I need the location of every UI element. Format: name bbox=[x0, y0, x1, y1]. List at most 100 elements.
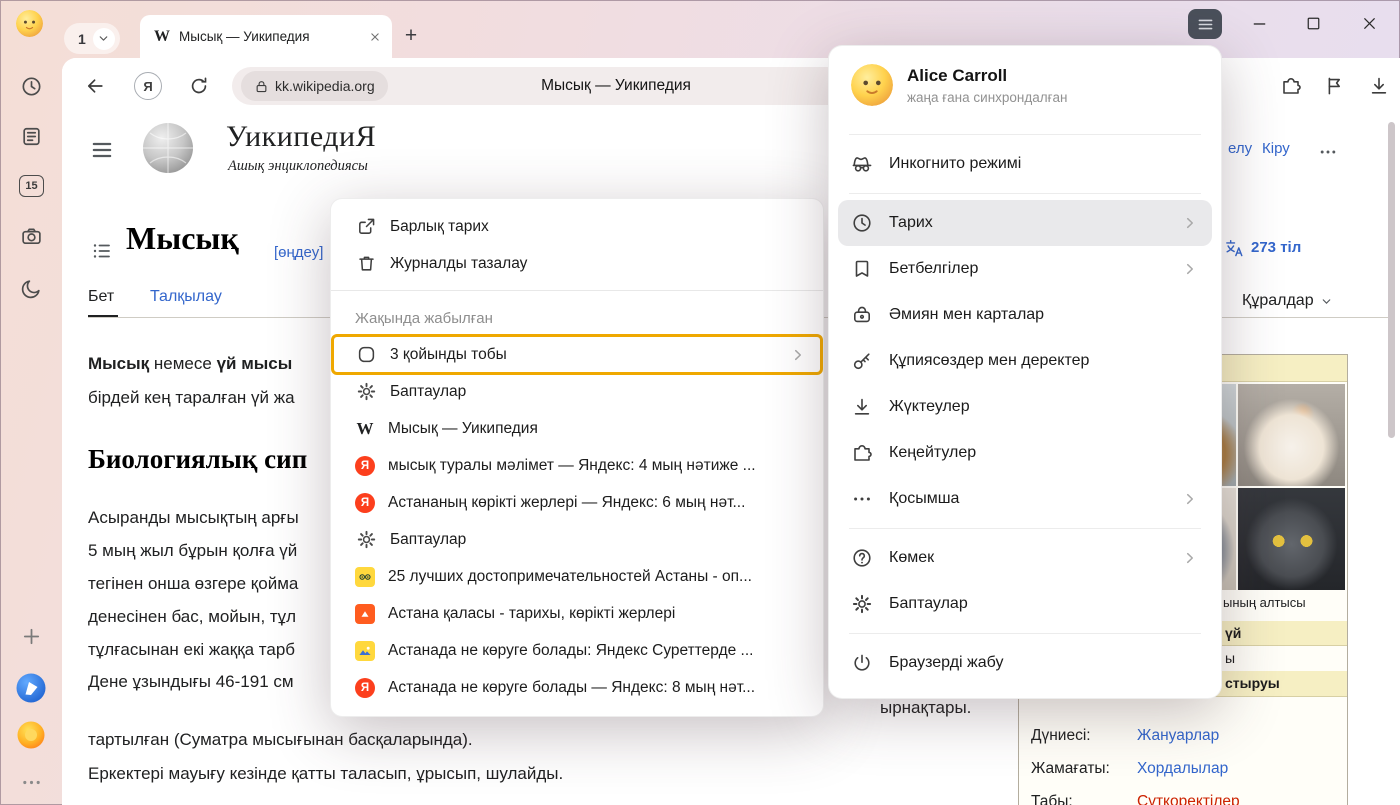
menu-item-settings[interactable]: Баптаулар bbox=[331, 373, 823, 410]
divider bbox=[849, 528, 1201, 529]
signup-link[interactable]: елу bbox=[1228, 140, 1252, 157]
minimize-button[interactable] bbox=[1246, 11, 1272, 35]
toc-icon[interactable] bbox=[91, 240, 113, 262]
menu-item-history-entry[interactable]: 25 лучших достопримечательностей Астаны … bbox=[331, 558, 823, 595]
chevron-right-icon bbox=[1181, 549, 1199, 567]
external-link-icon bbox=[355, 216, 377, 238]
tools-dropdown[interactable]: Құралдар bbox=[1242, 292, 1333, 310]
feed-icon[interactable] bbox=[19, 124, 43, 148]
taxonomy-value-link[interactable]: Жануарлар bbox=[1137, 727, 1219, 745]
downloads-icon[interactable] bbox=[1368, 75, 1390, 97]
sync-status: жаңа ғана синхрондалған bbox=[907, 90, 1068, 105]
menu-item-history-entry[interactable]: Астана қаласы - тарихы, көрікті жерлері bbox=[331, 595, 823, 632]
profile-avatar[interactable] bbox=[16, 10, 43, 37]
divider bbox=[849, 633, 1201, 634]
site-favicon bbox=[355, 604, 375, 624]
menu-item-settings[interactable]: Баптаулар bbox=[838, 581, 1212, 627]
taxonomy-value-redlink[interactable]: Сүткоректілер bbox=[1137, 793, 1240, 805]
add-panel-icon[interactable] bbox=[19, 624, 43, 648]
login-link[interactable]: Кіру bbox=[1262, 140, 1290, 157]
article-paragraph-line: тегінен онша өзгере қойма bbox=[88, 574, 298, 594]
dots-icon bbox=[851, 488, 873, 510]
maximize-button[interactable] bbox=[1300, 11, 1326, 35]
browser-menu-button[interactable] bbox=[1188, 9, 1222, 39]
edit-link[interactable]: [өңдеу] bbox=[274, 244, 323, 261]
chevron-right-icon bbox=[1181, 490, 1199, 508]
yandex-start-icon[interactable] bbox=[17, 721, 45, 749]
menu-item-help[interactable]: Көмек bbox=[838, 535, 1212, 581]
taxonomy-label: Табы: bbox=[1031, 793, 1073, 805]
yandex-search-button[interactable]: Я bbox=[134, 72, 162, 100]
menu-item-label: Астананың көрікті жерлері — Яндекс: 6 мы… bbox=[388, 494, 807, 512]
page-scrollbar-thumb[interactable] bbox=[1388, 122, 1395, 438]
menu-item-clear-history[interactable]: Журналды тазалау bbox=[331, 245, 823, 282]
menu-item-all-history[interactable]: Барлық тарих bbox=[331, 208, 823, 245]
power-icon bbox=[851, 652, 873, 674]
history-icon[interactable] bbox=[19, 74, 43, 98]
active-tab[interactable]: W Мысық — Уикипедия bbox=[140, 15, 392, 58]
menu-item-incognito[interactable]: Инкогнито режимі bbox=[838, 141, 1212, 187]
menu-item-wallet[interactable]: Әмиян мен карталар bbox=[838, 292, 1212, 338]
menu-item-label: Астанада не көруге болады — Яндекс: 8 мы… bbox=[388, 679, 807, 697]
wiki-logo-title[interactable]: УикипедиЯ bbox=[226, 120, 376, 154]
menu-item-history-entry[interactable]: W Мысық — Уикипедия bbox=[331, 410, 823, 447]
menu-item-more[interactable]: Қосымша bbox=[838, 476, 1212, 522]
extensions-puzzle-icon[interactable] bbox=[1280, 75, 1302, 97]
menu-item-label: Браузерді жабу bbox=[889, 654, 1199, 672]
menu-item-label: Инкогнито режимі bbox=[889, 155, 1199, 173]
screenshot-icon[interactable] bbox=[19, 224, 43, 248]
article-intro-line: Мысық немесе үй мысы bbox=[88, 354, 292, 374]
article-paragraph-line: тартылған (Суматра мысығынан басқаларынд… bbox=[88, 730, 473, 750]
tab-page[interactable]: Бет bbox=[88, 288, 114, 306]
wiki-more-icon[interactable] bbox=[1318, 142, 1338, 162]
menu-item-bookmarks[interactable]: Бетбелгілер bbox=[838, 246, 1212, 292]
menu-item-label: Баптаулар bbox=[390, 383, 807, 401]
yandex-images-favicon bbox=[355, 641, 375, 661]
history-submenu: Барлық тарих Журналды тазалау Жақында жа… bbox=[330, 198, 824, 717]
taxonomy-value-link[interactable]: Хордалылар bbox=[1137, 760, 1228, 778]
yandex-favicon: Я bbox=[355, 493, 375, 513]
profile-avatar bbox=[851, 64, 893, 106]
menu-item-label: Мысық — Уикипедия bbox=[388, 420, 807, 438]
cat-photo[interactable] bbox=[1238, 384, 1345, 486]
tab-talk[interactable]: Талқылау bbox=[150, 288, 222, 306]
dark-mode-moon-icon[interactable] bbox=[19, 276, 43, 300]
profile-header[interactable]: Alice Carroll жаңа ғана синхрондалған bbox=[829, 58, 1221, 128]
divider bbox=[331, 290, 823, 291]
menu-item-history[interactable]: Тарих bbox=[838, 200, 1212, 246]
menu-item-quit[interactable]: Браузерді жабу bbox=[838, 640, 1212, 686]
language-count[interactable]: 273 тіл bbox=[1251, 239, 1301, 256]
tab-close-icon[interactable] bbox=[368, 30, 382, 44]
reload-icon[interactable] bbox=[188, 75, 210, 97]
wiki-menu-icon[interactable] bbox=[90, 138, 114, 162]
menu-item-history-entry[interactable]: Астанада не көруге болады: Яндекс Суретт… bbox=[331, 632, 823, 669]
more-icon[interactable] bbox=[19, 770, 43, 794]
wikipedia-globe-logo[interactable] bbox=[142, 122, 194, 174]
browser-main-menu: Alice Carroll жаңа ғана синхрондалған Ин… bbox=[828, 45, 1222, 699]
puzzle-icon bbox=[851, 442, 873, 464]
menu-item-passwords[interactable]: Құпиясөздер мен деректер bbox=[838, 338, 1212, 384]
new-tab-button[interactable]: + bbox=[397, 22, 425, 50]
menu-item-label: Жүктеулер bbox=[889, 398, 1199, 416]
taxonomy-label: Дүниесі: bbox=[1031, 727, 1091, 745]
section-heading: Биологиялық сип bbox=[88, 444, 307, 475]
menu-item-extensions[interactable]: Кеңейтулер bbox=[838, 430, 1212, 476]
menu-item-tab-group[interactable]: 3 қойынды тобы bbox=[331, 336, 823, 373]
tab-group-count: 1 bbox=[78, 31, 86, 47]
menu-item-history-entry[interactable]: Я мысық туралы мәлімет — Яндекс: 4 мың н… bbox=[331, 447, 823, 484]
menu-item-history-entry[interactable]: Я Астананың көрікті жерлері — Яндекс: 6 … bbox=[331, 484, 823, 521]
cat-photo[interactable] bbox=[1238, 488, 1345, 590]
yandex-browser-icon[interactable] bbox=[16, 673, 46, 703]
article-paragraph-line: 5 мың жыл бұрын қолға үй bbox=[88, 541, 297, 561]
menu-item-downloads[interactable]: Жүктеулер bbox=[838, 384, 1212, 430]
close-button[interactable] bbox=[1356, 11, 1382, 35]
menu-item-history-entry[interactable]: Я Астанада не көруге болады — Яндекс: 8 … bbox=[331, 669, 823, 706]
tab-group-pill[interactable]: 1 bbox=[64, 23, 120, 54]
menu-item-settings[interactable]: Баптаулар bbox=[331, 521, 823, 558]
back-icon[interactable] bbox=[84, 75, 106, 97]
chevron-down-icon[interactable] bbox=[93, 28, 115, 50]
gear-icon bbox=[355, 529, 377, 551]
section-label: Жақында жабылған bbox=[331, 299, 823, 336]
tab-counter-badge[interactable]: 15 bbox=[19, 175, 44, 197]
collections-flag-icon[interactable] bbox=[1324, 75, 1346, 97]
